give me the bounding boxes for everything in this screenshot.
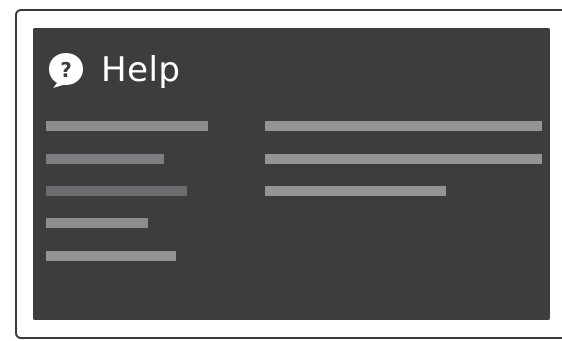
- help-header: ? Help: [47, 50, 181, 90]
- left-placeholder-line: [46, 186, 187, 196]
- help-title: Help: [101, 50, 181, 90]
- left-placeholder-line: [46, 154, 164, 164]
- left-placeholder-line: [46, 251, 176, 261]
- left-placeholder-line: [46, 121, 208, 131]
- right-placeholder-line: [265, 121, 542, 131]
- help-bubble-icon: ?: [47, 51, 85, 89]
- right-placeholder-line: [265, 154, 542, 164]
- help-panel: ? Help: [33, 28, 550, 320]
- right-placeholder-line: [265, 186, 446, 196]
- left-placeholder-line: [46, 218, 148, 228]
- svg-text:?: ?: [60, 58, 72, 82]
